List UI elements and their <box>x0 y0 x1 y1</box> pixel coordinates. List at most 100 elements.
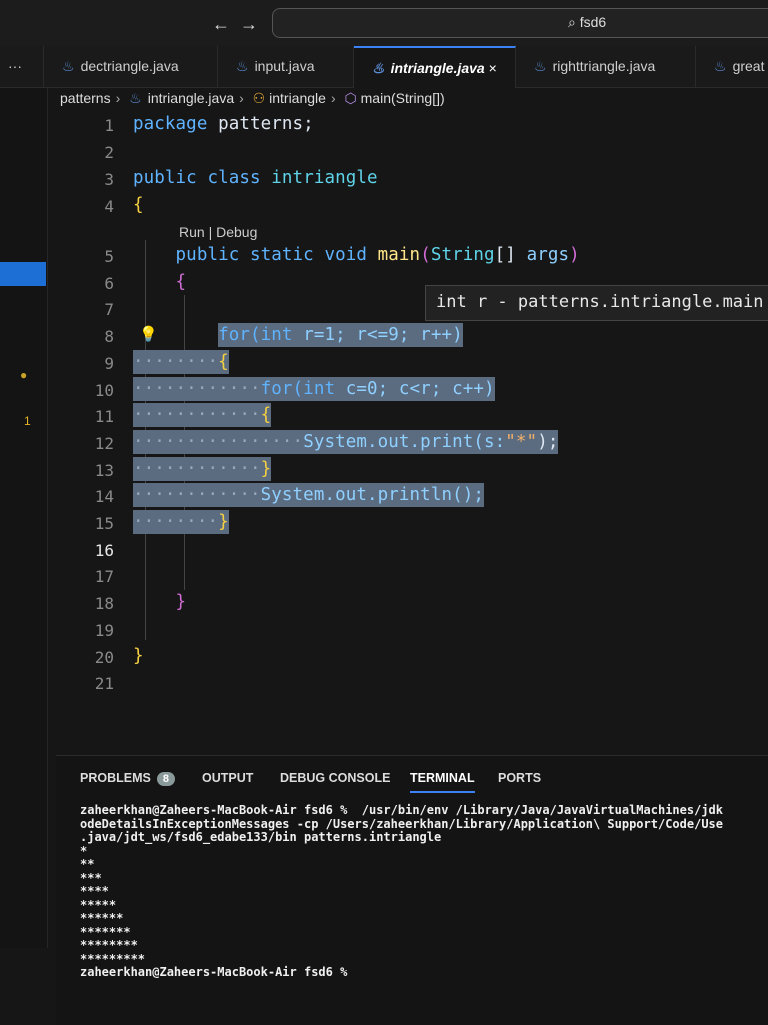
code-token: ········ <box>133 349 219 374</box>
breadcrumb-method[interactable]: main(String[]) <box>361 90 445 106</box>
close-tab-icon[interactable]: × <box>489 60 497 76</box>
line-number: 16 <box>94 540 114 560</box>
editor-tabs: ··· ♨ dectriangle.java ♨ input.java ♨ intri… <box>0 46 768 88</box>
line-number: 1 <box>104 116 114 135</box>
code-token: args <box>526 245 570 265</box>
breadcrumb-file[interactable]: intriangle.java <box>148 90 234 106</box>
tab-label: PROBLEMS <box>80 771 151 785</box>
command-center-search[interactable]: ⌕ fsd6 <box>272 8 768 38</box>
code-token: for(int <box>260 376 346 401</box>
tab-problems[interactable]: PROBLEMS 8 <box>80 771 175 786</box>
line-number: 14 <box>94 487 114 507</box>
code-token: c=0; c<r; c++) <box>345 376 495 401</box>
tab-great[interactable]: ♨ great <box>696 46 768 88</box>
code-token: for(int <box>218 323 304 348</box>
tab-input[interactable]: ♨ input.java <box>218 46 354 88</box>
code-line[interactable]: } <box>133 646 144 666</box>
line-number: 3 <box>104 170 114 189</box>
code-line[interactable]: public static void main(String[] args) <box>133 245 580 265</box>
tab-label: great <box>732 58 765 74</box>
line-number: 11 <box>94 407 114 427</box>
breadcrumb-folder[interactable]: patterns <box>60 90 111 106</box>
java-file-icon: ♨ <box>714 58 727 74</box>
tab-label: dectriangle.java <box>80 58 179 74</box>
line-number: 10 <box>94 380 114 400</box>
code-line[interactable]: public class intriangle <box>133 168 378 188</box>
code-line[interactable]: ············System.out.println(); <box>133 483 484 508</box>
code-token: patterns; <box>218 114 314 134</box>
tab-label: intriangle.java <box>390 60 485 76</box>
line-number: 21 <box>94 674 114 694</box>
code-token: } <box>133 645 144 666</box>
code-token: { <box>260 403 272 428</box>
code-line[interactable]: for(int r=1; r<=9; r++) <box>133 323 463 348</box>
line-number: 17 <box>94 567 114 587</box>
code-line[interactable]: ············for(int c=0; c<r; c++) <box>133 376 495 401</box>
more-actions-button[interactable]: ··· <box>0 46 44 88</box>
code-token: ········ <box>133 510 219 534</box>
line-number: 2 <box>104 143 114 162</box>
bottom-panel: PROBLEMS 8 OUTPUT DEBUG CONSOLE TERMINAL … <box>56 755 768 1025</box>
code-token: [] <box>494 245 527 265</box>
tab-label: input.java <box>254 58 315 74</box>
code-token: System.out.println(); <box>260 483 484 508</box>
code-token: } <box>218 510 229 534</box>
line-number: 15 <box>94 514 114 533</box>
tab-debug-console[interactable]: DEBUG CONSOLE <box>280 771 390 785</box>
line-number: 9 <box>104 353 114 373</box>
code-token: ············ <box>133 456 261 481</box>
line-number: 5 <box>104 247 114 266</box>
sidebar-strip: ● 1 <box>0 88 48 948</box>
codelens-run-debug[interactable]: Run | Debug <box>179 224 257 240</box>
terminal-output[interactable]: zaheerkhan@Zaheers-MacBook-Air fsd6 % /u… <box>80 803 723 980</box>
forward-button[interactable]: → <box>240 14 258 35</box>
breadcrumb: patterns › ♨ intriangle.java › ⚇ intriangle… <box>60 90 445 106</box>
code-line[interactable]: package patterns; <box>133 114 314 134</box>
code-token: "*" <box>505 429 538 454</box>
back-button[interactable]: ← <box>212 14 230 35</box>
line-number: 19 <box>94 620 114 640</box>
tab-ports[interactable]: PORTS <box>498 771 541 785</box>
code-line[interactable]: ················System.out.print(s:"*"); <box>133 429 559 454</box>
code-token: } <box>175 592 187 613</box>
class-icon: ⚇ <box>252 90 266 106</box>
code-line[interactable]: ········{ <box>133 349 229 374</box>
code-token: public class <box>133 168 272 188</box>
java-file-icon: ♨ <box>62 58 75 74</box>
line-number: 4 <box>104 197 114 216</box>
line-number: 18 <box>94 594 114 614</box>
code-token: String <box>430 245 495 265</box>
tab-intriangle[interactable]: ♨ intriangle.java × <box>354 46 516 88</box>
sidebar-active-item[interactable] <box>0 262 46 286</box>
tab-output[interactable]: OUTPUT <box>202 771 253 785</box>
code-token: ············ <box>133 376 261 401</box>
code-line[interactable]: { <box>133 195 144 215</box>
code-token: main <box>377 245 421 265</box>
code-line[interactable]: ········} <box>133 510 229 534</box>
code-line[interactable]: { <box>133 271 187 292</box>
tab-righttriangle[interactable]: ♨ righttriangle.java <box>516 46 696 88</box>
code-token: { <box>175 271 187 292</box>
code-token: ( <box>420 245 431 265</box>
code-token: ); <box>537 429 559 454</box>
problems-badge: 8 <box>156 772 175 786</box>
code-line[interactable]: ············{ <box>133 403 272 428</box>
line-number: 12 <box>94 433 114 453</box>
java-file-icon: ♨ <box>372 60 385 76</box>
code-line[interactable]: } <box>133 592 187 613</box>
tab-terminal[interactable]: TERMINAL <box>410 771 475 793</box>
lightbulb-icon[interactable]: 💡 <box>139 325 158 343</box>
code-token: { <box>218 349 229 374</box>
title-bar: ← → ⌕ fsd6 <box>0 0 768 46</box>
code-line[interactable]: ············} <box>133 456 272 481</box>
line-number: 20 <box>94 647 114 667</box>
search-label: ⌕ fsd6 <box>568 14 607 30</box>
code-token: intriangle <box>271 168 378 188</box>
breadcrumb-class[interactable]: intriangle <box>269 90 326 106</box>
tab-dectriangle[interactable]: ♨ dectriangle.java <box>44 46 218 88</box>
java-file-icon: ♨ <box>534 58 547 74</box>
tab-label: righttriangle.java <box>552 58 656 74</box>
line-number: 8 <box>104 327 114 347</box>
